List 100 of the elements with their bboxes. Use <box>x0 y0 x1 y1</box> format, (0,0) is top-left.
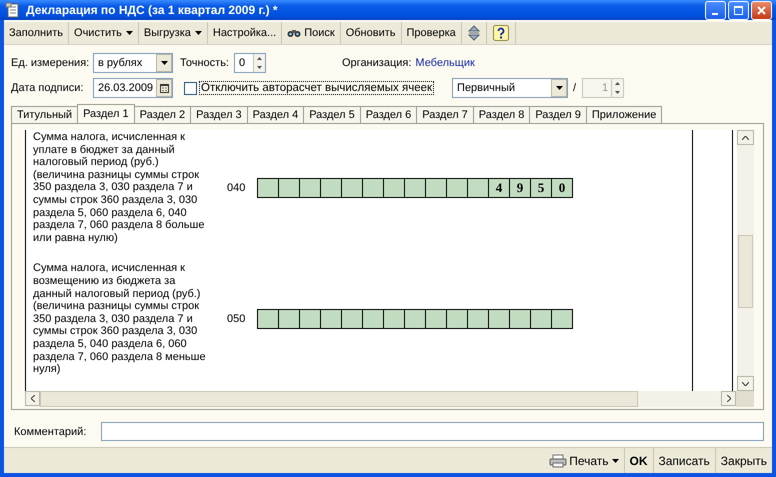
scroll-down-button[interactable] <box>737 376 754 391</box>
field-label: Точность: <box>180 57 230 69</box>
date-field[interactable]: 26.03.2009 <box>93 78 173 98</box>
toolbar-button[interactable]: Настройка... <box>208 22 282 44</box>
precision-field[interactable]: 0 <box>234 53 266 73</box>
digit-cell[interactable] <box>342 178 363 198</box>
footer-button[interactable]: Печать <box>544 448 624 473</box>
tab[interactable]: Титульный <box>11 106 78 123</box>
digit-cell[interactable] <box>363 178 384 198</box>
tab[interactable]: Раздел 1 <box>77 104 135 123</box>
digit-cell[interactable]: 0 <box>552 178 573 198</box>
tab[interactable]: Раздел 3 <box>191 106 248 123</box>
scroll-left-button[interactable] <box>25 391 40 406</box>
line-description: Сумма налога, исчисленная к возмещению из бюджета за данный налоговый период (руб.) (величина разницы суммы строк 350 раздела 3, 030 раздела 7 и суммы строк 360 раздела 3, 030 раздела 5, 040 раздела 6, 060 раздела 7, 060 раздела 8 меньше нуля) <box>33 262 207 376</box>
caret-icon <box>194 31 202 35</box>
digit-cell[interactable] <box>300 178 321 198</box>
digit-cell[interactable] <box>405 309 426 330</box>
digit-cell[interactable] <box>531 309 552 330</box>
toolbar-button[interactable]: Выгрузка <box>138 22 208 44</box>
caret-icon <box>160 61 168 65</box>
caret-icon <box>556 86 563 90</box>
digit-cell[interactable] <box>510 309 531 330</box>
tab[interactable]: Раздел 5 <box>304 106 361 123</box>
digit-cell[interactable] <box>279 309 300 330</box>
digit-cell[interactable] <box>321 309 342 330</box>
comment-field[interactable] <box>101 422 764 441</box>
digit-cell[interactable] <box>552 309 573 330</box>
scroll-right-button[interactable] <box>721 391 736 406</box>
scroll-thumb[interactable] <box>738 235 753 308</box>
tab[interactable]: Раздел 4 <box>248 106 304 123</box>
toolbar-button[interactable]: Поиск <box>282 22 341 44</box>
field-label: Ед. измерения: <box>11 57 90 69</box>
digit-cell[interactable] <box>447 178 468 198</box>
horizontal-scrollbar[interactable] <box>25 391 736 407</box>
down-arrow-icon <box>257 66 262 69</box>
window-title: Декларация по НДС (за 1 квартал 2009 г.) * <box>26 3 279 17</box>
scroll-up-button[interactable] <box>737 130 754 145</box>
digit-cell[interactable] <box>426 309 447 330</box>
vertical-scrollbar[interactable] <box>736 130 754 391</box>
digit-cell[interactable] <box>447 309 468 330</box>
digit-cell[interactable] <box>468 178 489 198</box>
calendar-icon <box>160 84 168 92</box>
expand-collapse-icon <box>468 25 480 41</box>
report-type-dropdown[interactable]: Первичный <box>452 78 568 98</box>
down-arrow-icon <box>615 91 620 94</box>
binoculars-icon <box>287 28 302 38</box>
scrollbar-corner <box>736 391 754 407</box>
minimize-button[interactable] <box>705 0 726 20</box>
tab[interactable]: Раздел 6 <box>360 106 418 123</box>
digit-cell[interactable] <box>279 178 300 198</box>
dropdown-button[interactable] <box>156 54 172 72</box>
line-description: Сумма налога, исчисленная к уплате в бюджет за данный налоговый период (руб.) (величина разницы суммы строк 350 раздела 3, 030 раздела 7 и суммы строк 360 раздела 3, 030 раздела 5, 060 раздела 6, 040 раздела 7, 060 раздела 8 больше или равна нулю) <box>33 131 206 244</box>
up-arrow-icon <box>615 82 620 85</box>
caret-icon <box>612 458 618 462</box>
digit-cell[interactable] <box>258 178 279 198</box>
maximize-button[interactable] <box>728 0 749 20</box>
separator-label: / <box>573 82 576 94</box>
line-code: 050 <box>226 313 246 326</box>
footer-button[interactable]: Записать <box>652 448 715 473</box>
digit-cell[interactable] <box>258 309 279 330</box>
calendar-button[interactable] <box>156 79 172 97</box>
checkbox[interactable] <box>184 82 197 94</box>
digit-cell[interactable]: 4 <box>489 178 510 198</box>
caret-icon <box>126 31 133 35</box>
field-label: Комментарий: <box>14 426 88 438</box>
toolbar-button[interactable]: Обновить <box>340 22 402 44</box>
checkbox-label[interactable]: Отключить авторасчет вычисляемых ячеек <box>199 81 434 95</box>
digit-cell[interactable]: 9 <box>510 178 531 198</box>
digit-cell[interactable] <box>489 309 510 330</box>
digit-cell[interactable] <box>321 178 342 198</box>
tab[interactable]: Раздел 8 <box>474 106 530 123</box>
help-icon <box>492 25 509 41</box>
digit-cell[interactable] <box>384 309 405 330</box>
tab[interactable]: Раздел 7 <box>417 106 474 123</box>
units-dropdown[interactable]: в рублях <box>93 53 173 73</box>
digit-cell[interactable] <box>468 309 489 330</box>
tab[interactable]: Раздел 2 <box>134 106 192 123</box>
toolbar-button[interactable]: Очистить <box>69 22 139 44</box>
minimize-icon <box>712 12 718 14</box>
field-label: Организация: <box>342 57 412 69</box>
toolbar-button[interactable]: Проверка <box>402 22 462 44</box>
tab[interactable]: Раздел 9 <box>530 106 587 123</box>
dropdown-button[interactable] <box>551 79 568 97</box>
digit-cell[interactable] <box>384 178 405 198</box>
digit-cell[interactable] <box>426 178 447 198</box>
footer-button[interactable]: OK <box>624 448 652 473</box>
digit-cell[interactable] <box>342 309 363 330</box>
digit-cell[interactable] <box>363 309 384 330</box>
digit-cell[interactable]: 5 <box>531 178 552 198</box>
footer-button[interactable]: Закрыть <box>714 448 772 473</box>
digit-cell[interactable] <box>300 309 321 330</box>
close-button[interactable] <box>751 0 772 20</box>
digit-cell[interactable] <box>405 178 426 198</box>
field-label: Дата подписи: <box>11 82 84 94</box>
spin-button[interactable] <box>253 54 265 72</box>
maximize-icon <box>734 6 743 14</box>
scroll-thumb[interactable] <box>40 391 638 407</box>
tab[interactable]: Приложение <box>586 106 662 123</box>
organization-link[interactable]: Мебельщик <box>415 57 475 69</box>
toolbar-button[interactable]: Заполнить <box>4 22 70 44</box>
